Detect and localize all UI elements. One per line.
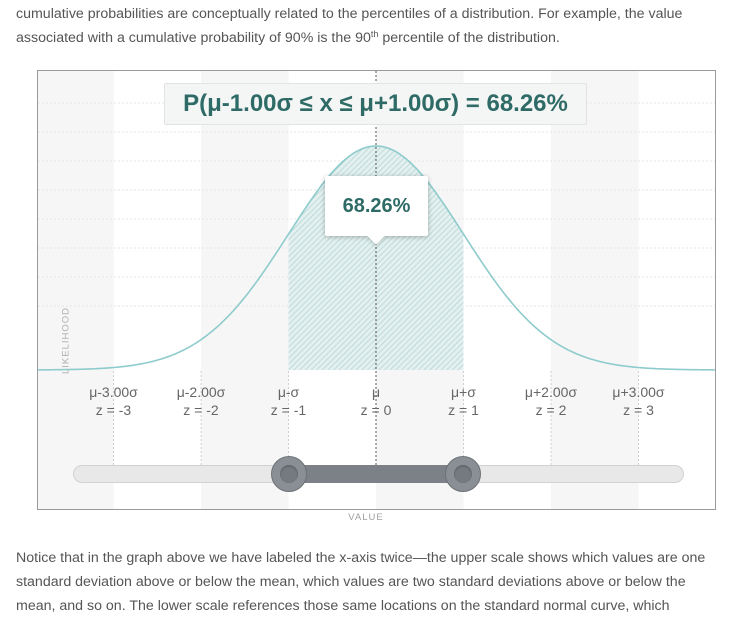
normal-distribution-chart: P(μ-1.00σ ≤ x ≤ μ+1.00σ) = 68.26% 68.26%… <box>37 70 716 510</box>
intro-text-end: percentile of the distribution. <box>378 30 560 46</box>
tick-value-label: μ+2.00σ <box>524 384 578 400</box>
tick-z-label: z = -3 <box>95 402 132 418</box>
y-axis-label-text: LIKELIHOOD <box>60 306 72 375</box>
x-axis-label: VALUE <box>348 512 384 523</box>
tick-z-label: z = -2 <box>183 402 219 418</box>
range-slider-left-handle[interactable] <box>271 456 307 492</box>
outro-paragraph: Notice that in the graph above we have l… <box>16 550 706 614</box>
tick-z-label: z = 1 <box>448 402 479 418</box>
chart-canvas <box>38 71 715 509</box>
tick-z-label: z = 3 <box>623 402 654 418</box>
tick-z-label: z = 0 <box>360 402 392 418</box>
x-axis-tick: μ z = 0 <box>331 383 421 419</box>
tick-value-label: μ+3.00σ <box>612 384 665 400</box>
tick-value-label: μ-σ <box>277 384 300 400</box>
tick-z-label: z = -1 <box>270 402 307 418</box>
x-axis-tick: μ+2.00σ z = 2 <box>506 383 596 419</box>
tick-value-label: μ-2.00σ <box>176 384 226 400</box>
chart-band <box>201 71 289 509</box>
probability-title: P(μ-1.00σ ≤ x ≤ μ+1.00σ) = 68.26% <box>164 83 587 125</box>
x-axis-tick: μ-σ z = -1 <box>244 383 334 419</box>
chart-band <box>551 71 639 509</box>
x-axis-tick: μ-2.00σ z = -2 <box>156 383 246 419</box>
tick-z-label: z = 2 <box>535 402 567 418</box>
x-axis-tick: μ+3.00σ z = 3 <box>594 383 684 419</box>
x-axis-tick: μ-3.00σ z = -3 <box>69 383 159 419</box>
tick-value-label: μ-3.00σ <box>89 384 138 400</box>
probability-tooltip: 68.26% <box>325 176 428 236</box>
range-slider-right-handle[interactable] <box>445 456 481 492</box>
intro-text: cumulative probabilities are conceptuall… <box>16 6 683 46</box>
tick-value-label: μ <box>371 384 381 400</box>
x-axis-tick: μ+σ z = 1 <box>419 383 509 419</box>
chart-band <box>38 71 114 509</box>
tick-value-label: μ+σ <box>451 384 476 400</box>
range-slider-selection <box>289 465 463 483</box>
intro-paragraph: cumulative probabilities are conceptuall… <box>16 2 721 50</box>
